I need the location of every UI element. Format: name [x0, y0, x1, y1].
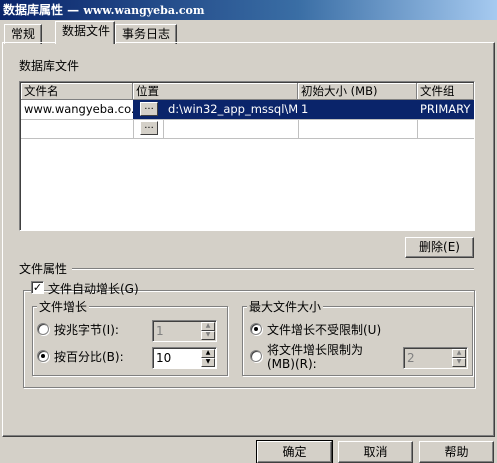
file-growth-legend: 文件增长: [37, 298, 90, 315]
max-size-legend: 最大文件大小: [247, 298, 324, 315]
row2-filename[interactable]: [21, 119, 133, 138]
grid-line: [133, 119, 134, 138]
autogrow-checkbox[interactable]: ✓: [31, 281, 44, 294]
help-button[interactable]: 帮助: [419, 441, 494, 463]
window-title: 数据库属性 —: [3, 3, 84, 17]
limit-value: 2: [407, 351, 415, 365]
tab-transaction-log[interactable]: 事务日志: [115, 24, 178, 44]
column-header-location[interactable]: 位置: [133, 83, 298, 100]
spin-up-icon[interactable]: ▲: [201, 349, 215, 358]
by-percent-value: 10: [156, 351, 172, 365]
column-header-initial-size[interactable]: 初始大小 (MB): [298, 83, 417, 100]
by-mb-radio[interactable]: [37, 323, 49, 335]
row2-browse-button[interactable]: ...: [140, 121, 158, 135]
by-percent-stepper[interactable]: 10 ▲ ▼: [152, 347, 217, 369]
spin-down-icon[interactable]: ▼: [201, 331, 215, 340]
unlimited-label[interactable]: 文件增长不受限制(U): [267, 321, 381, 338]
grid-line: [21, 119, 474, 120]
window-title-site: www.wangyeba.com: [83, 4, 205, 17]
divider: [72, 268, 474, 270]
tab-data-files-label: 数据文件: [62, 24, 111, 38]
db-files-section-label: 数据库文件: [19, 59, 80, 73]
by-percent-label[interactable]: 按百分比(B):: [54, 348, 124, 365]
spin-up-icon[interactable]: ▲: [201, 322, 215, 331]
row1-filename[interactable]: www.wangyeba.co...: [21, 100, 133, 119]
tab-general[interactable]: 常规: [4, 24, 43, 44]
delete-button[interactable]: 删除(E): [405, 237, 474, 258]
by-mb-stepper[interactable]: 1 ▲ ▼: [152, 320, 217, 342]
column-header-filename[interactable]: 文件名: [21, 83, 133, 100]
row1-browse-button[interactable]: ...: [140, 102, 158, 116]
grid-line: [21, 138, 474, 139]
column-header-filegroup[interactable]: 文件组: [417, 83, 474, 100]
limit-label-line2: (MB)(R):: [267, 357, 317, 371]
row1-initial-size[interactable]: 1: [298, 100, 417, 119]
by-mb-label[interactable]: 按兆字节(I):: [54, 321, 119, 338]
limit-stepper[interactable]: 2 ▲ ▼: [403, 347, 468, 369]
file-props-section-label: 文件属性: [19, 262, 68, 276]
limit-radio[interactable]: [250, 350, 262, 362]
ok-button[interactable]: 确定: [256, 440, 333, 463]
tab-transaction-log-label: 事务日志: [122, 27, 171, 41]
autogrow-label[interactable]: 文件自动增长(G): [48, 280, 139, 297]
row1-location[interactable]: d:\win32_app_mssql\MS...: [165, 100, 297, 119]
grid-line: [298, 119, 299, 138]
by-mb-value: 1: [156, 324, 164, 338]
limit-label-line1: 将文件增长限制为: [267, 343, 364, 357]
spin-down-icon[interactable]: ▼: [201, 358, 215, 367]
spin-down-icon[interactable]: ▼: [452, 358, 466, 367]
limit-label[interactable]: 将文件增长限制为 (MB)(R):: [267, 343, 363, 371]
db-files-grid[interactable]: 文件名 位置 初始大小 (MB) 文件组 www.wangyeba.co... …: [19, 81, 475, 231]
tab-data-files[interactable]: 数据文件: [55, 21, 115, 44]
title-bar[interactable]: 数据库属性 — www.wangyeba.com: [0, 0, 497, 20]
spin-up-icon[interactable]: ▲: [452, 349, 466, 358]
grid-line: [163, 119, 164, 138]
cancel-button[interactable]: 取消: [338, 441, 413, 463]
unlimited-radio[interactable]: [250, 323, 262, 335]
row1-filegroup[interactable]: PRIMARY: [417, 100, 474, 119]
tab-general-label: 常规: [11, 27, 36, 41]
by-percent-radio[interactable]: [37, 350, 49, 362]
grid-line: [417, 119, 418, 138]
